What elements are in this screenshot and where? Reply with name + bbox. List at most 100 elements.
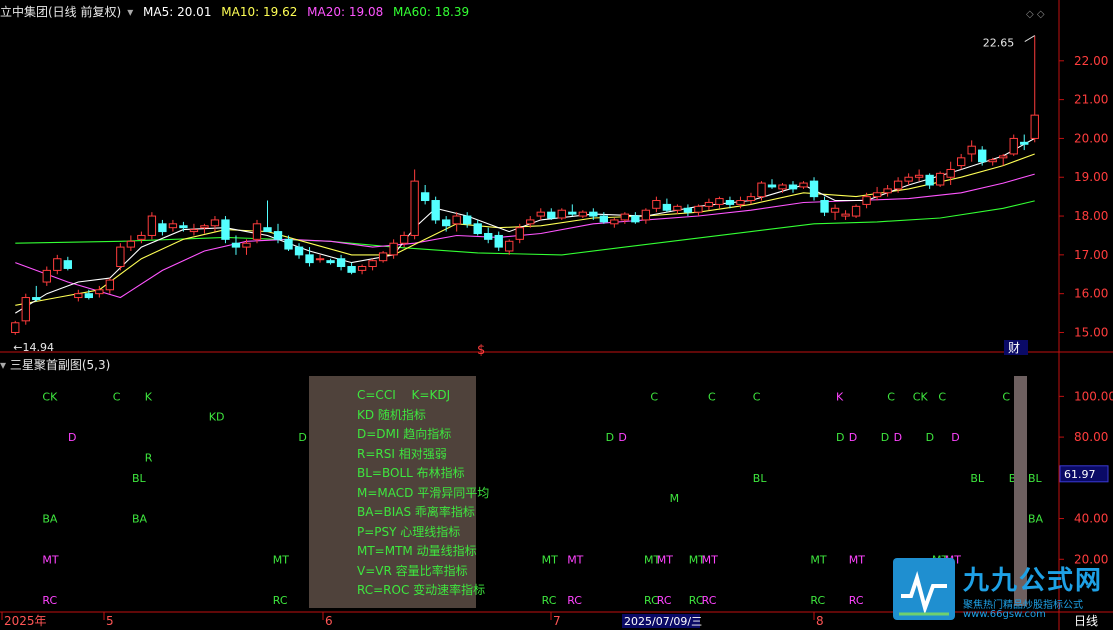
- time-axis-label: 8: [816, 614, 824, 628]
- indicator-signal: RC: [42, 594, 57, 607]
- ma5-label: MA5: 20.01: [143, 5, 212, 19]
- candle-body: [305, 254, 314, 264]
- candle-body: [999, 155, 1008, 159]
- candle-body: [683, 207, 693, 213]
- candle-body: [946, 168, 955, 178]
- time-axis-label: 6: [325, 614, 333, 628]
- ma10-line: [15, 153, 1035, 306]
- price-tick-label: 19.00: [1074, 170, 1108, 184]
- candle-body: [263, 227, 272, 233]
- indicator-signal: BL: [753, 472, 768, 485]
- time-axis-label: 7: [553, 614, 561, 628]
- ma60-label: MA60: 18.39: [393, 5, 470, 19]
- candle-body: [315, 258, 325, 261]
- candle-body: [1009, 137, 1018, 155]
- price-tick-label: 20.00: [1074, 131, 1108, 145]
- indicator-signal: BA: [132, 513, 148, 526]
- s-marker: $: [477, 343, 485, 358]
- candle-body: [231, 242, 241, 248]
- candle-body: [168, 223, 178, 229]
- candle-body: [956, 157, 966, 167]
- time-axis-label: 5: [106, 614, 114, 628]
- indicator-signal: BL: [1028, 472, 1043, 485]
- candle-body: [778, 184, 787, 190]
- candle-body: [883, 188, 892, 194]
- indicator-signal: C: [708, 390, 716, 403]
- candle-body: [452, 215, 461, 225]
- watermark-url: www.66gsw.com: [963, 609, 1046, 620]
- indicator-signal: R: [145, 451, 153, 464]
- ma20-label: MA20: 19.08: [307, 5, 384, 19]
- indicator-signal: D: [68, 431, 76, 444]
- legend-line: MT=MTM 动量线指标: [357, 544, 477, 558]
- stock-chart-window: CK C K KD D D R BL BA BA MT MT RC RC C C C K C CK C C D D D D D D D D…: [0, 0, 1113, 630]
- candle-body: [862, 196, 871, 205]
- candle-body: [978, 149, 987, 163]
- candle-body: [893, 180, 903, 190]
- legend-line: R=RSI 相对强弱: [357, 446, 447, 461]
- indicator-signal: MT: [42, 553, 58, 566]
- high-price-label: 22.65: [983, 37, 1015, 50]
- candle-body: [746, 196, 756, 202]
- candle-body: [158, 223, 167, 233]
- price-tick-label: 18.00: [1074, 209, 1108, 223]
- indicator-signal: D: [951, 431, 959, 444]
- indicator-signal: KD: [209, 411, 225, 424]
- stock-title[interactable]: 立中集团(日线 前复权): [0, 5, 121, 19]
- candle-body: [431, 200, 440, 221]
- indicator-signal: RC: [657, 594, 672, 607]
- fin-marker: 财: [1008, 341, 1020, 355]
- candle-body: [788, 184, 798, 190]
- legend-line: RC=ROC 变动速率指标: [357, 583, 486, 597]
- candle-body: [242, 242, 251, 248]
- candle-body: [116, 246, 125, 268]
- indicator-signal: BL: [970, 472, 985, 485]
- header-dropdown-icon[interactable]: ▾: [127, 5, 133, 19]
- candle-body: [179, 225, 188, 229]
- candle-body: [578, 211, 587, 217]
- candle-body: [273, 231, 283, 240]
- candle-body: [820, 200, 829, 213]
- candle-body: [399, 234, 409, 244]
- legend-line: C=CCI K=KDJ: [357, 388, 451, 402]
- legend-line: BA=BIAS 乖离率指标: [357, 505, 475, 519]
- price-tick-label: 16.00: [1074, 287, 1108, 301]
- indicator-signal: C: [650, 390, 658, 403]
- candle-body: [568, 211, 577, 215]
- candle-body: [63, 260, 72, 269]
- sub-chart-title[interactable]: 三星聚首副图(5,3): [10, 358, 110, 372]
- main-chart-header: 立中集团(日线 前复权) ▾ MA5: 20.01 MA10: 19.62 MA2…: [0, 3, 475, 21]
- indicator-signal: D: [836, 431, 844, 444]
- watermark: 九九公式网 聚焦热门精品炒股指标公式 www.66gsw.com: [893, 558, 1113, 626]
- indicator-signal: C: [753, 390, 761, 403]
- indicator-signal: C: [113, 390, 121, 403]
- candle-body: [610, 219, 619, 225]
- candle-body: [641, 209, 651, 221]
- indicator-signal: D: [881, 431, 889, 444]
- candle-body: [547, 211, 556, 219]
- indicator-signal: D: [618, 431, 626, 444]
- candle-body: [505, 240, 514, 252]
- candle-body: [536, 211, 545, 217]
- watermark-title: 九九公式网: [963, 566, 1104, 596]
- candle-body: [410, 180, 419, 236]
- indicator-signal: MT: [810, 553, 826, 566]
- chart-canvas[interactable]: CK C KKDD DRBLBA BAMT MTRC RCC C C K C CK C CD D D D D D D D…: [0, 0, 1113, 630]
- indicator-legend-box: C=CCI K=KDJ KD 随机指标 D=DMI 趋向指标 R=RSI 相对强弱 BL…: [309, 376, 489, 608]
- candle-body: [126, 240, 136, 248]
- ma10-label: MA10: 19.62: [221, 5, 298, 19]
- cursor-date: 2025/07/09/三: [624, 615, 702, 628]
- candle-body: [1030, 114, 1039, 139]
- candle-body: [473, 223, 482, 235]
- indicator-signal: BA: [1028, 513, 1044, 526]
- sub-chart-header: ▾ 三星聚首副图(5,3): [0, 356, 110, 374]
- indicator-signal: RC: [542, 594, 557, 607]
- candle-body: [389, 242, 398, 256]
- candle-body: [809, 180, 819, 198]
- candle-body: [914, 174, 924, 178]
- candle-body: [294, 246, 304, 256]
- indicator-signal: CK: [913, 390, 929, 403]
- indicator-signal: M: [670, 492, 680, 505]
- sub-dropdown-icon[interactable]: ▾: [0, 358, 6, 372]
- candle-body: [935, 172, 945, 186]
